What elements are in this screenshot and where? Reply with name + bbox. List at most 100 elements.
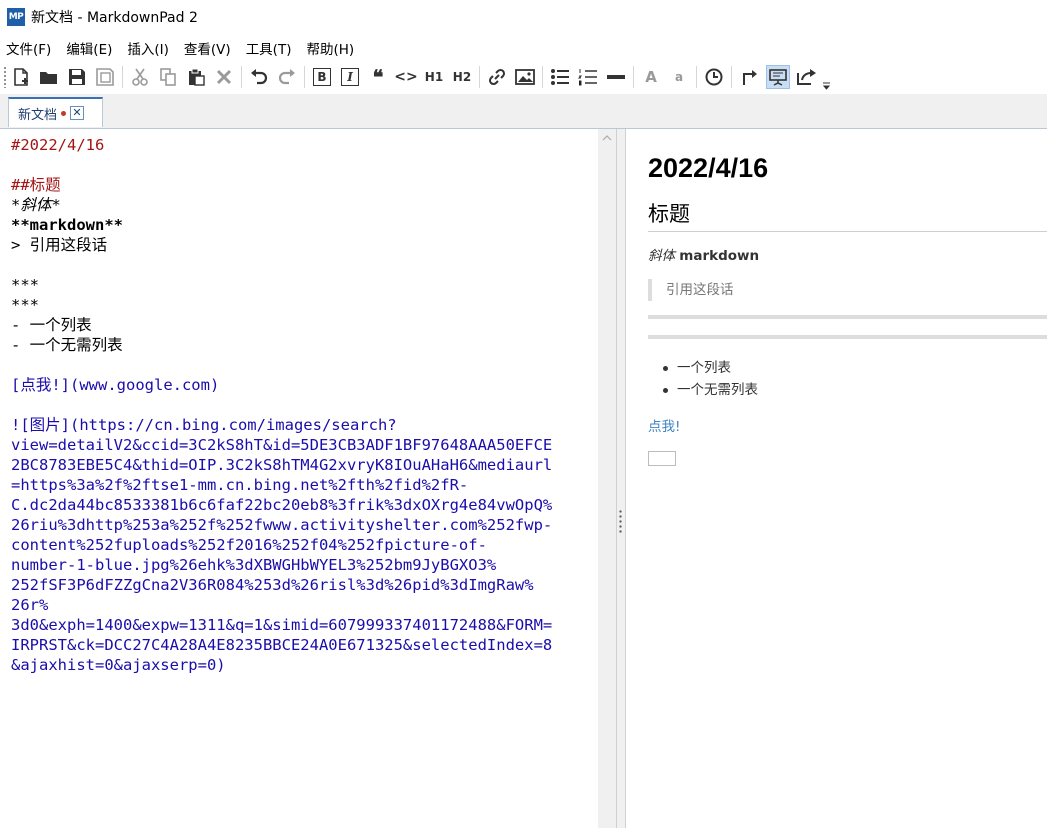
italic-button[interactable]: I xyxy=(339,66,361,88)
undo-button[interactable] xyxy=(248,66,270,88)
editor-line: &ajaxhist=0&ajaxserp=0) xyxy=(11,656,226,674)
toggle-preview-button[interactable] xyxy=(766,65,790,89)
editor-line: view=detailV2&ccid=3C2kS8hT&id=5DE3CB3AD… xyxy=(11,436,553,454)
save-all-button[interactable] xyxy=(94,66,116,88)
sync-scroll-button[interactable] xyxy=(738,66,760,88)
app-icon: MP xyxy=(7,8,25,26)
menu-insert[interactable]: 插入(I) xyxy=(121,38,178,58)
bold-button[interactable]: B xyxy=(311,66,333,88)
copy-button[interactable] xyxy=(157,66,179,88)
tab-close-button[interactable]: ✕ xyxy=(70,106,85,120)
editor-line: ##标题 xyxy=(11,176,61,194)
save-button[interactable] xyxy=(66,66,88,88)
blockquote-button[interactable]: ❝ xyxy=(367,66,389,88)
h1-icon: H1 xyxy=(424,70,444,84)
tab-bar: 新文档 ✕ xyxy=(0,94,1047,129)
preview-heading-2: 标题 xyxy=(648,202,690,226)
editor-line: IRPRST&ck=DCC27C4A28A4E8235BBCE24A0E6713… xyxy=(11,636,553,654)
preview-horizontal-rule xyxy=(648,335,1047,339)
editor-line: number-1-blue.jpg%26ehk%3dXBWGHbWYEL3%25… xyxy=(11,556,497,574)
toolbar-separator xyxy=(304,66,305,88)
document-tab[interactable]: 新文档 ✕ xyxy=(8,97,103,127)
title-bar: MP 新文档 - MarkdownPad 2 xyxy=(0,0,1047,34)
heading2-button[interactable]: H2 xyxy=(451,66,473,88)
toolbar-separator xyxy=(696,66,697,88)
editor-line: content%252fuploads%252f2016%252f04%252f… xyxy=(11,536,487,554)
preview-horizontal-rule xyxy=(648,315,1047,319)
bold-icon: B xyxy=(313,68,331,86)
clock-icon xyxy=(705,68,723,86)
editor-line: =https%3a%2f%2ftse1-mm.cn.bing.net%2fth%… xyxy=(11,476,469,494)
scissors-icon xyxy=(132,68,148,86)
new-document-button[interactable] xyxy=(10,66,32,88)
menu-file[interactable]: 文件(F) xyxy=(0,38,60,58)
export-icon xyxy=(797,69,816,85)
toolbar-separator xyxy=(241,66,242,88)
h2-icon: H2 xyxy=(452,70,472,84)
list-item: 一个列表 xyxy=(663,357,758,379)
toolbar: B I ❝ <> H1 H2 A a xyxy=(0,61,1047,93)
cut-button[interactable] xyxy=(129,66,151,88)
tab-label: 新文档 xyxy=(18,107,58,123)
scroll-up-icon[interactable] xyxy=(602,135,612,141)
editor-line: #2022/4/16 xyxy=(11,136,105,154)
folder-icon xyxy=(40,72,57,84)
paste-button[interactable] xyxy=(185,66,207,88)
sync-arrows-icon xyxy=(743,70,757,85)
undo-icon xyxy=(251,69,268,85)
preview-pane: 2022/4/16 标题 斜体 markdown 引用这段话 一个列表 一个无需… xyxy=(626,129,1047,828)
editor-line: - 一个列表 xyxy=(11,316,92,334)
list-item: 一个无需列表 xyxy=(663,379,758,401)
preview-link[interactable]: 点我! xyxy=(648,415,680,435)
menu-help[interactable]: 帮助(H) xyxy=(300,38,363,58)
menu-tools[interactable]: 工具(T) xyxy=(240,38,301,58)
bullet-list-icon xyxy=(551,69,569,85)
font-smaller-icon: a xyxy=(674,70,684,84)
menu-edit[interactable]: 编辑(E) xyxy=(60,38,121,58)
toolbar-separator xyxy=(633,66,634,88)
editor-scrollbar[interactable] xyxy=(598,129,616,828)
insert-link-button[interactable] xyxy=(486,66,508,88)
toolbar-separator xyxy=(122,66,123,88)
open-button[interactable] xyxy=(38,66,60,88)
editor-line: 26riu%3dhttp%253a%252f%252fwww.activitys… xyxy=(11,516,553,534)
decrease-font-button[interactable]: a xyxy=(668,66,690,88)
menu-view[interactable]: 查看(V) xyxy=(178,38,240,58)
insert-timestamp-button[interactable] xyxy=(703,66,725,88)
preview-bold-text: markdown xyxy=(679,248,760,264)
delete-button[interactable] xyxy=(213,66,235,88)
toolbar-separator xyxy=(731,66,732,88)
increase-font-button[interactable]: A xyxy=(640,66,662,88)
redo-button[interactable] xyxy=(276,66,298,88)
splitter-grip-icon xyxy=(619,509,622,535)
editor-line: 2BC8783EBE5C4&thid=OIP.3C2kS8hTM4G2xvryK… xyxy=(11,456,553,474)
horizontal-rule-button[interactable] xyxy=(605,66,627,88)
save-all-icon xyxy=(96,68,114,86)
code-button[interactable]: <> xyxy=(394,66,417,88)
pane-splitter[interactable] xyxy=(616,129,626,828)
window-title: 新文档 - MarkdownPad 2 xyxy=(31,10,198,26)
toolbar-overflow-button[interactable] xyxy=(821,66,831,90)
redo-icon xyxy=(278,69,295,85)
preview-heading-1: 2022/4/16 xyxy=(648,153,769,183)
numbered-list-icon xyxy=(578,69,597,86)
editor-line: C.dc2da44bc8533381b6c6faf22bc20eb8%3frik… xyxy=(11,496,553,514)
toolbar-separator xyxy=(542,66,543,88)
paste-icon xyxy=(189,68,205,86)
image-icon xyxy=(515,69,535,85)
editor-line: - 一个无需列表 xyxy=(11,336,123,354)
heading1-button[interactable]: H1 xyxy=(423,66,445,88)
preview-list: 一个列表 一个无需列表 xyxy=(663,357,758,401)
editor-line: *** xyxy=(11,276,39,294)
heading-underline xyxy=(648,231,1047,232)
editor-line: 3d0&exph=1400&expw=1311&q=1&simid=607999… xyxy=(11,616,553,634)
export-button[interactable] xyxy=(796,66,818,88)
toolbar-separator xyxy=(479,66,480,88)
markdown-editor[interactable]: #2022/4/16 ##标题 *斜体* **markdown** > 引用这段… xyxy=(4,129,598,828)
ordered-list-button[interactable] xyxy=(577,66,599,88)
insert-image-button[interactable] xyxy=(514,66,536,88)
font-larger-icon: A xyxy=(645,68,657,86)
link-icon xyxy=(488,68,506,86)
copy-icon xyxy=(160,68,176,86)
unordered-list-button[interactable] xyxy=(549,66,571,88)
